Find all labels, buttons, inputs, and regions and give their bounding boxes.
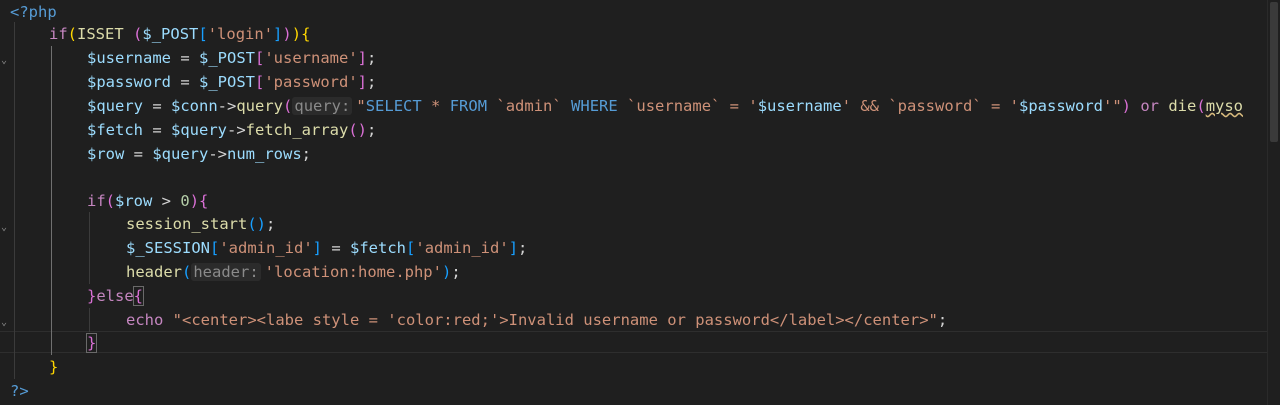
code-line-13[interactable]: ⌄ }else{ (0, 284, 1280, 328)
scrollbar-thumb[interactable] (1270, 2, 1278, 142)
code-line-2[interactable]: ⌄ if(ISSET ($_POST['login'])){ (0, 22, 1280, 66)
code-line-8[interactable] (0, 166, 1280, 190)
php-open-tag: <?php (10, 3, 57, 21)
code-line-15[interactable]: } (0, 331, 1280, 355)
parameter-hint: query: (292, 97, 353, 115)
php-close-tag: ?> (10, 382, 29, 400)
code-line-10[interactable]: session_start(); (0, 212, 1280, 236)
code-line-17[interactable]: ?> (0, 379, 1280, 403)
code-line-1[interactable]: <?php (0, 0, 1280, 24)
matched-bracket: } (85, 333, 98, 353)
code-line-14[interactable]: echo "<center><labe style = 'color:red;'… (0, 308, 1280, 332)
code-line-4[interactable]: $password = $_POST['password']; (0, 70, 1280, 94)
code-line-3[interactable]: $username = $_POST['username']; (0, 46, 1280, 70)
code-editor[interactable]: <?php ⌄ if(ISSET ($_POST['login'])){ $us… (0, 0, 1280, 405)
keyword-if: if (49, 25, 68, 43)
code-line-7[interactable]: $row = $query->num_rows; (0, 142, 1280, 166)
code-line-6[interactable]: $fetch = $query->fetch_array(); (0, 118, 1280, 142)
parameter-hint: header: (191, 263, 261, 281)
code-line-16[interactable]: } (0, 355, 1280, 379)
matched-bracket: { (132, 286, 145, 306)
code-line-12[interactable]: header(header:'location:home.php'); (0, 260, 1280, 284)
code-line-11[interactable]: $_SESSION['admin_id'] = $fetch['admin_id… (0, 236, 1280, 260)
isset-function: ISSET (77, 25, 124, 43)
code-line-5[interactable]: $query = $conn->query(query: "SELECT * FR… (0, 94, 1280, 118)
warning-squiggle: myso (1205, 97, 1244, 115)
code-line-9[interactable]: ⌄ if($row > 0){ (0, 189, 1280, 233)
vertical-scrollbar[interactable] (1267, 0, 1280, 405)
